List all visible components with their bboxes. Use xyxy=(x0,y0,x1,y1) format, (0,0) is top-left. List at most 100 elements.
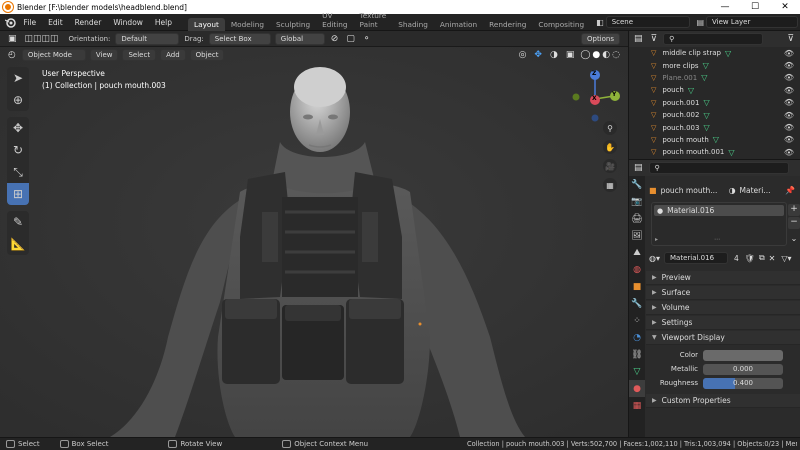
filter-icon[interactable]: ⊽ xyxy=(651,34,658,44)
roughness-slider[interactable]: 0.400 xyxy=(703,377,783,389)
gizmo-toggle-icon[interactable]: ✥ xyxy=(534,50,542,60)
options-dropdown[interactable]: Options xyxy=(580,32,620,45)
color-swatch[interactable] xyxy=(703,349,783,361)
menu-add[interactable]: Add xyxy=(160,49,186,61)
pin-icon[interactable]: 📌 xyxy=(785,186,795,195)
select-mode-icons[interactable]: ◫◫◫◫ xyxy=(25,34,59,44)
orientation-dropdown[interactable]: Default xyxy=(115,32,180,45)
transform-space-dropdown[interactable]: Global xyxy=(274,32,325,45)
panel-viewport-display[interactable]: ▼ Viewport Display xyxy=(646,331,800,345)
tab-uv-editing[interactable]: UV Editing xyxy=(316,9,353,31)
pan-icon[interactable]: ✋ xyxy=(603,140,617,154)
shading-solid-icon[interactable]: ● xyxy=(592,50,600,60)
tab-texture-paint[interactable]: Texture Paint xyxy=(354,9,393,31)
outliner-item[interactable]: ▽ middle clip strap ▽ 👁 xyxy=(629,47,800,59)
scene-tab-icon[interactable]: ⛰ xyxy=(629,244,645,261)
outliner-item[interactable]: ▽ pouch.002 ▽ 👁 xyxy=(629,109,800,121)
outliner-item[interactable]: ▽ more clips ▽ 👁 xyxy=(629,59,800,71)
modifier-tab-icon[interactable]: 🔧 xyxy=(629,295,645,312)
texture-tab-icon[interactable]: ▦ xyxy=(629,397,645,414)
panel-preview[interactable]: ▶ Preview xyxy=(646,271,800,285)
menu-render[interactable]: Render xyxy=(69,18,108,27)
fake-user-icon[interactable]: 🛡 xyxy=(745,254,755,263)
outliner-item[interactable]: ▽ pouch.001 ▽ 👁 xyxy=(629,97,800,109)
3d-viewport[interactable]: ◴ Object Mode View Select Add Object ◎ ✥… xyxy=(0,47,628,437)
visibility-eye-icon[interactable]: 👁 xyxy=(784,86,794,95)
transform-tool-icon[interactable]: ⊞ xyxy=(7,183,29,205)
rotate-tool-icon[interactable]: ↻ xyxy=(7,139,29,161)
snap-icon[interactable]: ⊘ xyxy=(331,34,339,44)
pivot-icon[interactable]: ⚬ xyxy=(363,34,371,44)
view-layer-tab-icon[interactable]: 🖼 xyxy=(629,227,645,244)
tool-tab-icon[interactable]: 🔧 xyxy=(629,176,645,193)
shading-material-icon[interactable]: ◐ xyxy=(602,50,610,60)
cursor3d-tool-icon[interactable]: ⊕ xyxy=(7,89,29,111)
shading-wireframe-icon[interactable]: ◯ xyxy=(580,50,590,60)
world-tab-icon[interactable]: ◍ xyxy=(629,261,645,278)
close-button[interactable]: ✕ xyxy=(770,2,800,12)
menu-window[interactable]: Window xyxy=(107,18,149,27)
blender-menu-icon[interactable] xyxy=(3,14,18,30)
constraints-tab-icon[interactable]: ⛓ xyxy=(629,346,645,363)
link-icon[interactable]: ▽▾ xyxy=(781,254,791,263)
object-mode-dropdown[interactable]: Object Mode xyxy=(21,49,86,61)
material-browse-icon[interactable]: ◍▾ xyxy=(649,254,660,263)
data-tab-icon[interactable]: ▽ xyxy=(629,363,645,380)
visibility-eye-icon[interactable]: 👁 xyxy=(784,123,794,132)
render-tab-icon[interactable]: 📷 xyxy=(629,193,645,210)
material-tab-icon[interactable]: ● xyxy=(629,380,645,397)
scene-selector[interactable]: Scene xyxy=(605,16,691,28)
view-layer-selector[interactable]: View Layer xyxy=(706,16,798,28)
material-users-count[interactable]: 4 xyxy=(734,254,739,263)
output-tab-icon[interactable]: 🖨 xyxy=(629,210,645,227)
measure-tool-icon[interactable]: 📐 xyxy=(7,233,29,255)
panel-volume[interactable]: ▶ Volume xyxy=(646,301,800,315)
minimize-button[interactable]: — xyxy=(710,2,740,12)
visibility-eye-icon[interactable]: 👁 xyxy=(784,111,794,120)
ortho-grid-icon[interactable]: ▦ xyxy=(603,178,617,192)
cursor-tool-icon[interactable]: ➤ xyxy=(7,67,29,89)
tab-animation[interactable]: Animation xyxy=(434,18,483,31)
tab-modeling[interactable]: Modeling xyxy=(225,18,270,31)
xray-icon[interactable]: ▣ xyxy=(566,50,575,60)
menu-file[interactable]: File xyxy=(18,18,43,27)
editor-type-icon[interactable]: ◴ xyxy=(8,50,16,60)
metallic-slider[interactable]: 0.000 xyxy=(703,363,783,375)
outliner-item[interactable]: ▽ pouch mouth ▽ 👁 xyxy=(629,134,800,146)
select-tool-icon[interactable]: ▣ xyxy=(8,34,17,44)
visibility-eye-icon[interactable]: 👁 xyxy=(784,148,794,157)
menu-select[interactable]: Select xyxy=(122,49,157,61)
visibility-eye-icon[interactable]: 👁 xyxy=(784,61,794,70)
scene-icon[interactable]: ◧ xyxy=(596,18,604,27)
annotate-tool-icon[interactable]: ✎ xyxy=(7,211,29,233)
menu-help[interactable]: Help xyxy=(149,18,178,27)
physics-tab-icon[interactable]: ◔ xyxy=(629,329,645,346)
remove-slot-button[interactable]: − xyxy=(788,217,800,229)
tab-shading[interactable]: Shading xyxy=(392,18,434,31)
visibility-eye-icon[interactable]: 👁 xyxy=(784,73,794,82)
outliner-item[interactable]: ▽ Plane.001 ▽ 👁 xyxy=(629,72,800,84)
duplicate-material-icon[interactable]: ⧉ xyxy=(759,253,765,263)
panel-settings[interactable]: ▶ Settings xyxy=(646,316,800,330)
outliner-editor-icon[interactable]: ▤ xyxy=(634,34,643,44)
overlay-toggle-icon[interactable]: ◑ xyxy=(550,50,558,60)
menu-object[interactable]: Object xyxy=(189,49,225,61)
add-slot-button[interactable]: + xyxy=(788,204,800,216)
outliner-item[interactable]: ▽ pouch.003 ▽ 👁 xyxy=(629,121,800,133)
menu-view[interactable]: View xyxy=(89,49,119,61)
panel-custom-properties[interactable]: ▶ Custom Properties xyxy=(646,394,800,408)
navigation-gizmo[interactable]: Z Y X xyxy=(570,69,620,125)
properties-editor-icon[interactable]: ▤ xyxy=(634,163,643,173)
tab-compositing[interactable]: Compositing xyxy=(532,18,590,31)
material-slot-row[interactable]: ● Material.016 xyxy=(654,205,784,216)
particles-tab-icon[interactable]: ⁘ xyxy=(629,312,645,329)
outliner-filter-icon[interactable]: ⊽ xyxy=(787,34,794,44)
move-tool-icon[interactable]: ✥ xyxy=(7,117,29,139)
visibility-eye-icon[interactable]: 👁 xyxy=(784,135,794,144)
list-resize-handle[interactable]: ⋯ xyxy=(714,236,720,243)
scale-tool-icon[interactable]: ⤡ xyxy=(7,161,29,183)
proportional-icon[interactable]: ▢ xyxy=(346,34,355,44)
maximize-button[interactable]: ☐ xyxy=(740,2,770,12)
tab-layout[interactable]: Layout xyxy=(188,17,225,31)
view-layer-icon[interactable]: ▤ xyxy=(696,18,704,27)
